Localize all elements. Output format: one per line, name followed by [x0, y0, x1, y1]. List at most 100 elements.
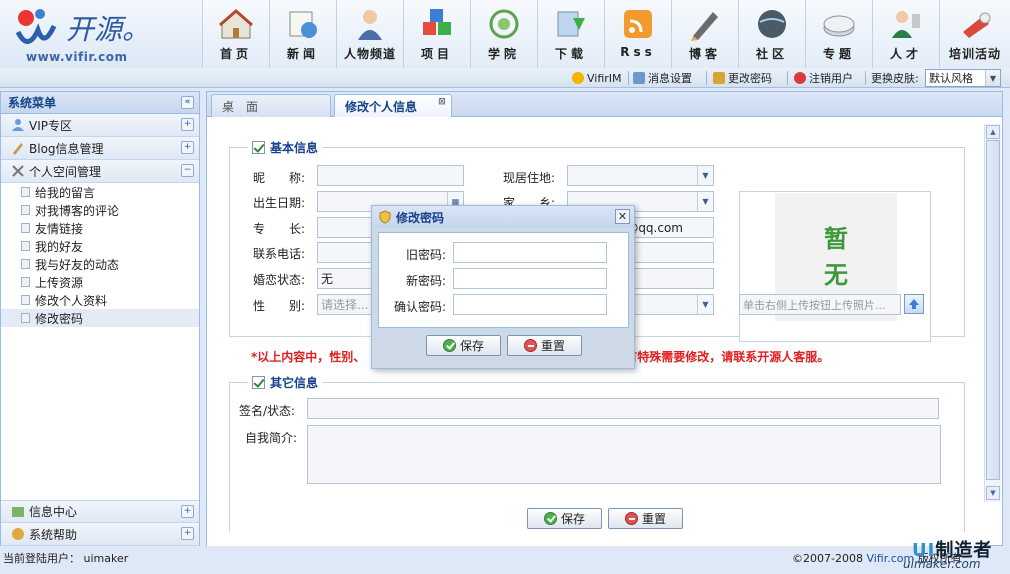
- nav-item-label: 学院: [487, 47, 520, 61]
- sidebar-item[interactable]: 修改个人资料: [1, 291, 199, 309]
- nav-item-label: 社区: [755, 47, 788, 61]
- nav-item-6[interactable]: Rss: [604, 0, 671, 68]
- vertical-scrollbar[interactable]: ▲ ▼: [984, 124, 1001, 502]
- old-password-input[interactable]: [453, 242, 607, 263]
- expand-icon[interactable]: +: [181, 505, 194, 518]
- close-dialog-icon[interactable]: ✕: [615, 209, 630, 224]
- tools-icon: [12, 165, 24, 177]
- reset-button[interactable]: 重置: [608, 508, 683, 529]
- talent-icon: [892, 11, 920, 38]
- intro-textarea[interactable]: [307, 425, 941, 484]
- basic-info-legend[interactable]: 基本信息: [248, 139, 323, 156]
- birthday-label: 出生日期:: [253, 196, 306, 210]
- top-toolbar: VifirIM 消息设置 更改密码 注销用户 更换皮肤: 默认风格 ▼: [0, 68, 1010, 88]
- sidebar-item[interactable]: 给我的留言: [1, 183, 199, 201]
- new-password-input[interactable]: [453, 268, 607, 289]
- residence-select[interactable]: ▼: [567, 165, 714, 186]
- nickname-input[interactable]: [317, 165, 464, 186]
- expand-icon[interactable]: +: [181, 527, 194, 540]
- signature-input[interactable]: [307, 398, 939, 419]
- nav-item-label: 人才: [889, 47, 922, 61]
- nav-item-11[interactable]: 培训活动: [939, 0, 1010, 68]
- sidebar-item[interactable]: 我的好友: [1, 237, 199, 255]
- sidebar-group-blog[interactable]: Blog信息管理 +: [1, 137, 199, 160]
- logo[interactable]: 开源。 www.vifir.com: [8, 4, 198, 64]
- scroll-up-icon[interactable]: ▲: [986, 125, 1000, 139]
- logo-mark-icon: [15, 9, 57, 44]
- confirm-password-input[interactable]: [453, 294, 607, 315]
- vifir-im-link[interactable]: VifirIM: [572, 70, 622, 86]
- sidebar-item[interactable]: 对我博客的评论: [1, 201, 199, 219]
- nav-item-0[interactable]: 首页: [202, 0, 269, 68]
- upload-photo-button[interactable]: [904, 294, 924, 314]
- watermark-url: uimaker.com: [903, 557, 981, 571]
- minus-icon: [624, 512, 638, 525]
- sidebar-group-personal-space[interactable]: 个人空间管理 −: [1, 160, 199, 183]
- pen-icon: [691, 12, 718, 41]
- sidebar-item[interactable]: 上传资源: [1, 273, 199, 291]
- dialog-save-button[interactable]: 保存: [426, 335, 501, 356]
- collapse-icon[interactable]: −: [181, 164, 194, 177]
- sidebar-item[interactable]: 友情链接: [1, 219, 199, 237]
- specialty-label: 专 长:: [253, 222, 306, 236]
- scroll-thumb[interactable]: [986, 140, 1000, 480]
- user-icon: [12, 119, 24, 131]
- im-icon: [572, 72, 584, 84]
- sidebar-group-help[interactable]: 系统帮助 +: [1, 523, 199, 546]
- sidebar-group-vip[interactable]: VIP专区 +: [1, 114, 199, 137]
- change-password-link[interactable]: 更改密码: [713, 70, 772, 86]
- nav-item-5[interactable]: 下载: [537, 0, 604, 68]
- minus-icon: [523, 339, 537, 352]
- new-password-label: 新密码:: [405, 274, 446, 288]
- tab-edit-profile[interactable]: 修改个人信息 ⊠: [334, 94, 452, 117]
- sidebar-item[interactable]: 修改密码: [1, 309, 199, 327]
- dialog-header[interactable]: 修改密码 ✕: [372, 206, 634, 228]
- nav-item-10[interactable]: 人才: [872, 0, 939, 68]
- rss-icon: [624, 10, 652, 38]
- person-icon: [358, 10, 382, 40]
- nav-item-8[interactable]: 社区: [738, 0, 805, 68]
- page-icon: [21, 259, 30, 269]
- tab-desktop[interactable]: 桌 面: [211, 94, 331, 117]
- page-icon: [21, 241, 30, 251]
- scroll-down-icon[interactable]: ▼: [986, 486, 1000, 500]
- nav-item-label: Rss: [620, 45, 656, 59]
- chevron-down-icon: ▼: [697, 192, 713, 211]
- lock-icon: [713, 72, 725, 84]
- save-button[interactable]: 保存: [527, 508, 602, 529]
- expand-icon[interactable]: +: [181, 118, 194, 131]
- nav-item-7[interactable]: 博客: [671, 0, 738, 68]
- sidebar-item[interactable]: 我与好友的动态: [1, 255, 199, 273]
- nav-item-9[interactable]: 专题: [805, 0, 872, 68]
- nav-item-4[interactable]: 学院: [470, 0, 537, 68]
- nav-item-3[interactable]: 项目: [403, 0, 470, 68]
- sidebar: 系统菜单 « VIP专区 + Blog信息管理 + 个人空间管理 − 给我的留言 对我博客…: [0, 91, 200, 546]
- nav-item-label: 首页: [219, 47, 252, 61]
- sidebar-group-info-center[interactable]: 信息中心 +: [1, 500, 199, 523]
- training-icon: [963, 12, 991, 38]
- chevron-down-icon: ▼: [985, 70, 1000, 86]
- nav-item-label: 下载: [554, 47, 587, 61]
- nav-item-2[interactable]: 人物频道: [336, 0, 403, 68]
- page-icon: [21, 187, 30, 197]
- collapse-sidebar-icon[interactable]: «: [181, 96, 194, 109]
- close-tab-icon[interactable]: ⊠: [437, 97, 447, 107]
- nav-item-label: 新闻: [286, 47, 319, 61]
- expand-icon[interactable]: +: [181, 141, 194, 154]
- skin-select[interactable]: 默认风格 ▼: [925, 69, 1001, 87]
- message-settings-link[interactable]: 消息设置: [633, 70, 692, 86]
- cubes-icon: [423, 9, 451, 35]
- nav-item-1[interactable]: 新闻: [269, 0, 336, 68]
- current-user-text: 当前登陆用户： uimaker: [3, 552, 129, 565]
- logout-link[interactable]: 注销用户: [794, 70, 853, 86]
- signature-label: 签名/状态:: [239, 404, 296, 418]
- help-icon: [12, 528, 24, 540]
- confirm-password-label: 确认密码:: [393, 300, 446, 314]
- phone-label: 联系电话:: [253, 247, 306, 261]
- dialog-body: 旧密码: 新密码: 确认密码:: [378, 232, 629, 328]
- intro-label: 自我简介:: [245, 431, 298, 445]
- other-info-legend[interactable]: 其它信息: [248, 374, 323, 391]
- shield-key-icon: [379, 210, 391, 224]
- dialog-reset-button[interactable]: 重置: [507, 335, 582, 356]
- page-icon: [21, 295, 30, 305]
